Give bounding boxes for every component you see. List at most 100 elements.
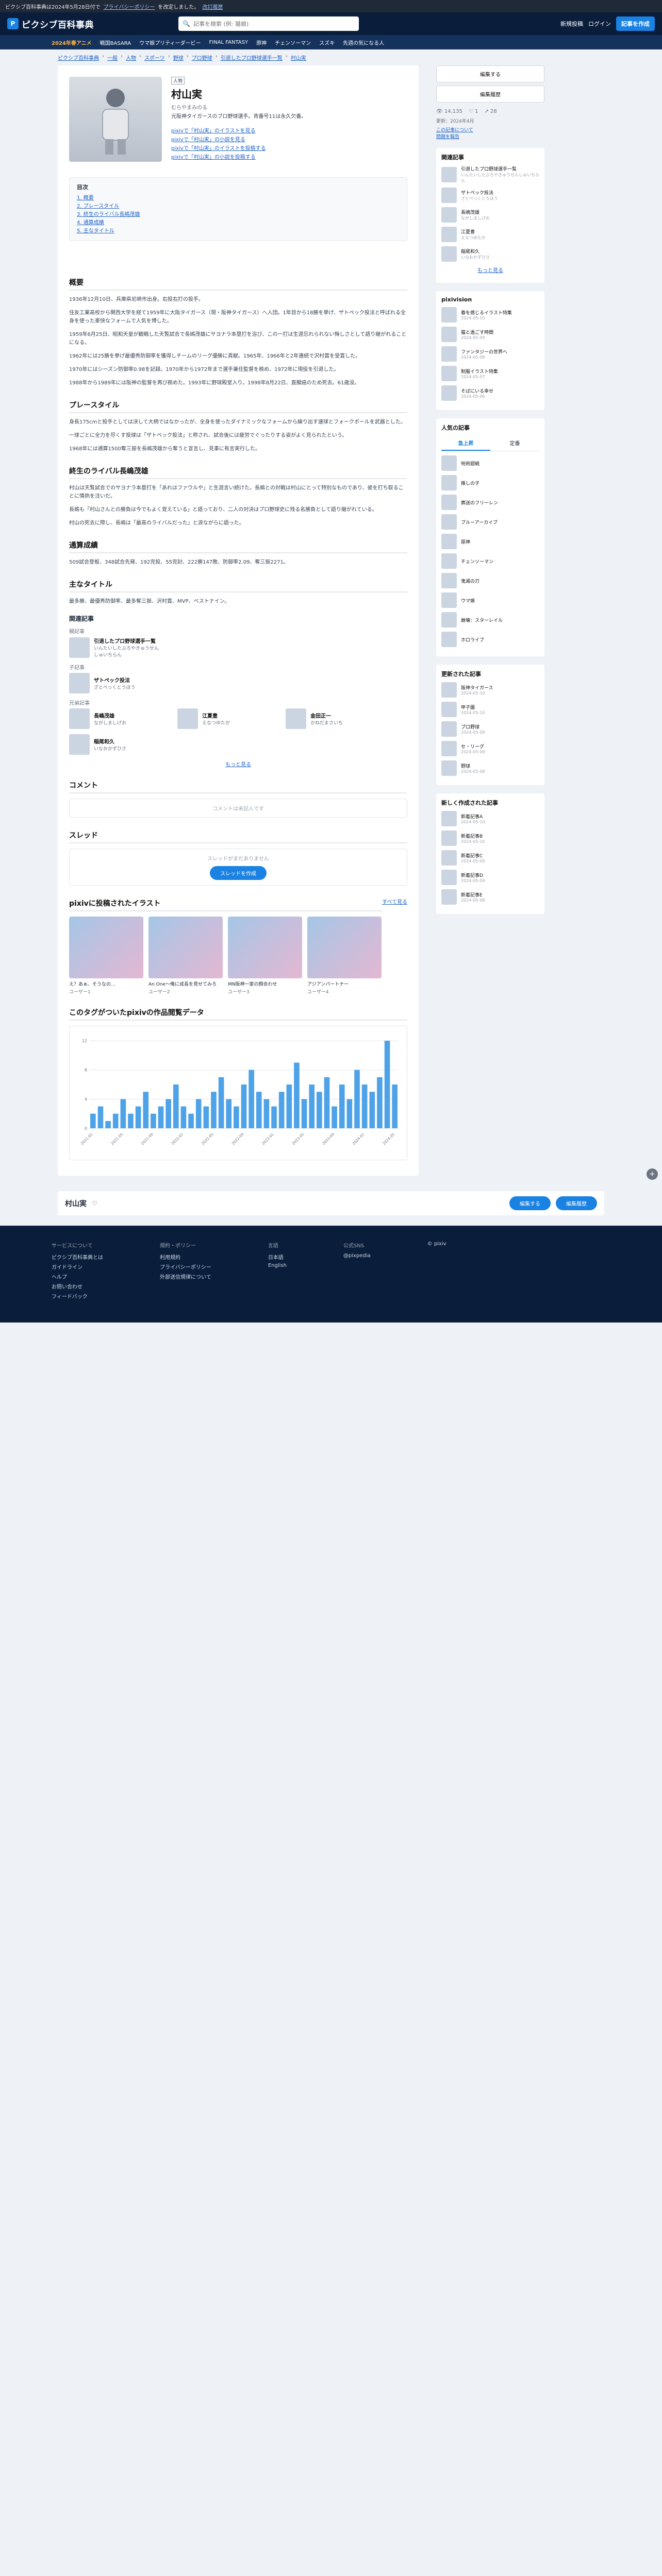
side-list-item[interactable]: セ・リーグ 2024-05-09 — [441, 741, 539, 756]
history-button[interactable]: 編集履歴 — [436, 86, 544, 103]
footbar-edit-button[interactable]: 編集する — [509, 1196, 551, 1210]
privacy-policy-link[interactable]: プライバシーポリシー — [104, 3, 155, 10]
side-more-link[interactable]: もっと見る — [477, 268, 503, 274]
popular-item[interactable]: 推しの子 — [441, 475, 539, 490]
tab-trending[interactable]: 急上昇 — [441, 436, 490, 451]
side-link[interactable]: この記事について — [436, 126, 544, 133]
popular-item[interactable]: ブルーアーカイブ — [441, 514, 539, 530]
breadcrumb-item[interactable]: 引退したプロ野球選手一覧 — [221, 54, 283, 61]
popular-item[interactable]: 原神 — [441, 534, 539, 549]
revision-history-link[interactable]: 改訂履歴 — [202, 3, 223, 10]
subnav-item[interactable]: 2024年春アニメ — [52, 39, 92, 46]
edit-button[interactable]: 編集する — [436, 65, 544, 82]
side-list-item[interactable]: 稲尾和久 いなおかずひさ — [441, 246, 539, 262]
illusts-more-link[interactable]: すべて見る — [382, 897, 407, 905]
breadcrumb-item[interactable]: 野球 — [173, 54, 184, 61]
footer-link[interactable]: ヘルプ — [52, 1273, 103, 1280]
popular-item[interactable]: ウマ娘 — [441, 592, 539, 608]
side-list-item[interactable]: 新着記事A 2024-05-10 — [441, 811, 539, 826]
scroll-plus-icon[interactable]: + — [647, 1168, 658, 1180]
related-card[interactable]: 金田正一 かねだまさいち — [286, 708, 378, 729]
illust-thumbnail[interactable] — [69, 917, 143, 978]
side-more[interactable]: もっと見る — [441, 266, 539, 274]
side-list-item[interactable]: 甲子園 2024-05-10 — [441, 702, 539, 717]
popular-item[interactable]: 葬送のフリーレン — [441, 495, 539, 510]
footer-link[interactable]: お問い合わせ — [52, 1282, 103, 1290]
pixiv-link[interactable]: pixivで「村山実」のイラストを見る — [171, 126, 407, 134]
breadcrumb-item[interactable]: 一般 — [107, 54, 118, 61]
footer-link[interactable]: 日本語 — [268, 1253, 287, 1261]
toc-item[interactable]: 4. 通算成績 — [77, 219, 400, 227]
side-list-item[interactable]: 新着記事E 2024-05-08 — [441, 889, 539, 905]
toc-item[interactable]: 1. 概要 — [77, 194, 400, 202]
illust-card[interactable]: アジアンパートナー ユーザー4 — [307, 917, 382, 995]
related-more[interactable]: もっと見る — [225, 762, 251, 768]
breadcrumb-item[interactable]: スポーツ — [144, 54, 165, 61]
subnav-item[interactable]: スズキ — [319, 39, 335, 46]
illust-card[interactable]: An One〜俺に成長を見せてみろ ユーザー2 — [148, 917, 223, 995]
illust-card[interactable]: え？あぁ、そうなの… ユーザー1 — [69, 917, 143, 995]
breadcrumb-item[interactable]: 人物 — [126, 54, 136, 61]
related-card[interactable]: 江夏豊 えなつゆたか — [177, 708, 270, 729]
popular-item[interactable]: 鬼滅の刃 — [441, 573, 539, 588]
related-card[interactable]: 稲尾和久 いなおかずひさ — [69, 734, 162, 755]
illust-user[interactable]: ユーザー4 — [307, 988, 382, 995]
subnav-item[interactable]: FINAL FANTASY — [209, 40, 249, 45]
side-list-item[interactable]: 新着記事D 2024-05-09 — [441, 870, 539, 885]
footer-link[interactable]: English — [268, 1263, 287, 1268]
footbar-like-icon[interactable]: ♡ — [92, 1200, 97, 1207]
toc-item[interactable]: 2. プレースタイル — [77, 202, 400, 211]
pixiv-link[interactable]: pixivで「村山実」の小説を見る — [171, 135, 407, 143]
footer-link[interactable]: ガイドライン — [52, 1263, 103, 1270]
footer-link[interactable]: フィードバック — [52, 1292, 103, 1300]
related-more-link[interactable]: もっと見る — [69, 760, 407, 768]
subnav-item[interactable]: 原神 — [256, 39, 267, 46]
site-logo[interactable]: P ピクシブ百科事典 — [7, 18, 94, 30]
illust-thumbnail[interactable] — [228, 917, 302, 978]
illust-card[interactable]: MN阪神一家の顔合わせ ユーザー3 — [228, 917, 302, 995]
create-thread-button[interactable]: スレッドを作成 — [210, 866, 267, 880]
share-count[interactable]: ↗ 28 — [484, 109, 496, 114]
side-list-item[interactable]: 春を感じるイラスト特集 2024-05-10 — [441, 307, 539, 323]
side-list-item[interactable]: 新着記事C 2024-05-09 — [441, 850, 539, 866]
side-link[interactable]: 問題を報告 — [436, 133, 544, 140]
footer-link[interactable]: @pixpedia — [343, 1253, 371, 1259]
side-list-item[interactable]: 長嶋茂雄 ながしましげお — [441, 207, 539, 223]
illust-thumbnail[interactable] — [148, 917, 223, 978]
search-input[interactable] — [193, 20, 355, 27]
subnav-item[interactable]: チェンソーマン — [275, 39, 311, 46]
side-list-item[interactable]: 猫と過ごす時間 2024-05-09 — [441, 327, 539, 342]
like-count[interactable]: ♡ 1 — [469, 109, 478, 114]
tab-standard[interactable]: 定番 — [490, 436, 539, 451]
related-card[interactable]: ザトペック投法 ざとぺっくとうほう — [69, 673, 162, 693]
side-list-item[interactable]: 野球 2024-05-08 — [441, 760, 539, 776]
side-list-item[interactable]: そばにいる幸せ 2024-05-06 — [441, 385, 539, 401]
side-list-item[interactable]: ファンタジーの世界へ 2024-05-08 — [441, 346, 539, 362]
side-list-item[interactable]: 阪神タイガース 2024-05-10 — [441, 682, 539, 698]
popular-item[interactable]: チェンソーマン — [441, 553, 539, 569]
illust-user[interactable]: ユーザー2 — [148, 988, 223, 995]
illust-thumbnail[interactable] — [307, 917, 382, 978]
article-image[interactable] — [69, 77, 162, 162]
footer-link[interactable]: ピクシブ百科事典とは — [52, 1253, 103, 1261]
footer-link[interactable]: 利用規約 — [160, 1253, 211, 1261]
popular-item[interactable]: 呪術廻戦 — [441, 455, 539, 471]
side-list-item[interactable]: 江夏豊 えなつゆたか — [441, 227, 539, 242]
toc-item[interactable]: 3. 終生のライバル長嶋茂雄 — [77, 211, 400, 219]
new-article-link[interactable]: 新規投稿 — [560, 20, 583, 28]
related-card[interactable]: 長嶋茂雄 ながしましげお — [69, 708, 162, 729]
breadcrumb-item[interactable]: ピクシブ百科事典 — [58, 54, 99, 61]
side-list-item[interactable]: プロ野球 2024-05-09 — [441, 721, 539, 737]
breadcrumb-item[interactable]: プロ野球 — [192, 54, 212, 61]
pixiv-link[interactable]: pixivで「村山実」のイラストを投稿する — [171, 144, 407, 151]
popular-item[interactable]: 崩壊：スターレイル — [441, 612, 539, 628]
illust-user[interactable]: ユーザー3 — [228, 988, 302, 995]
side-list-item[interactable]: 新着記事B 2024-05-10 — [441, 831, 539, 846]
side-list-item[interactable]: 制服イラスト特集 2024-05-07 — [441, 366, 539, 381]
subnav-item[interactable]: 先週の気になる人 — [343, 39, 384, 46]
breadcrumb-item[interactable]: 村山実 — [291, 54, 306, 61]
article-tag[interactable]: 人物 — [171, 77, 185, 84]
side-list-item[interactable]: ザトペック投法 ざとぺっくとうほう — [441, 188, 539, 203]
footer-link[interactable]: プライバシーポリシー — [160, 1263, 211, 1270]
related-card[interactable]: 引退したプロ野球選手一覧 いんたいしたぷろやきゅうせんしゅいちらん — [69, 637, 162, 658]
